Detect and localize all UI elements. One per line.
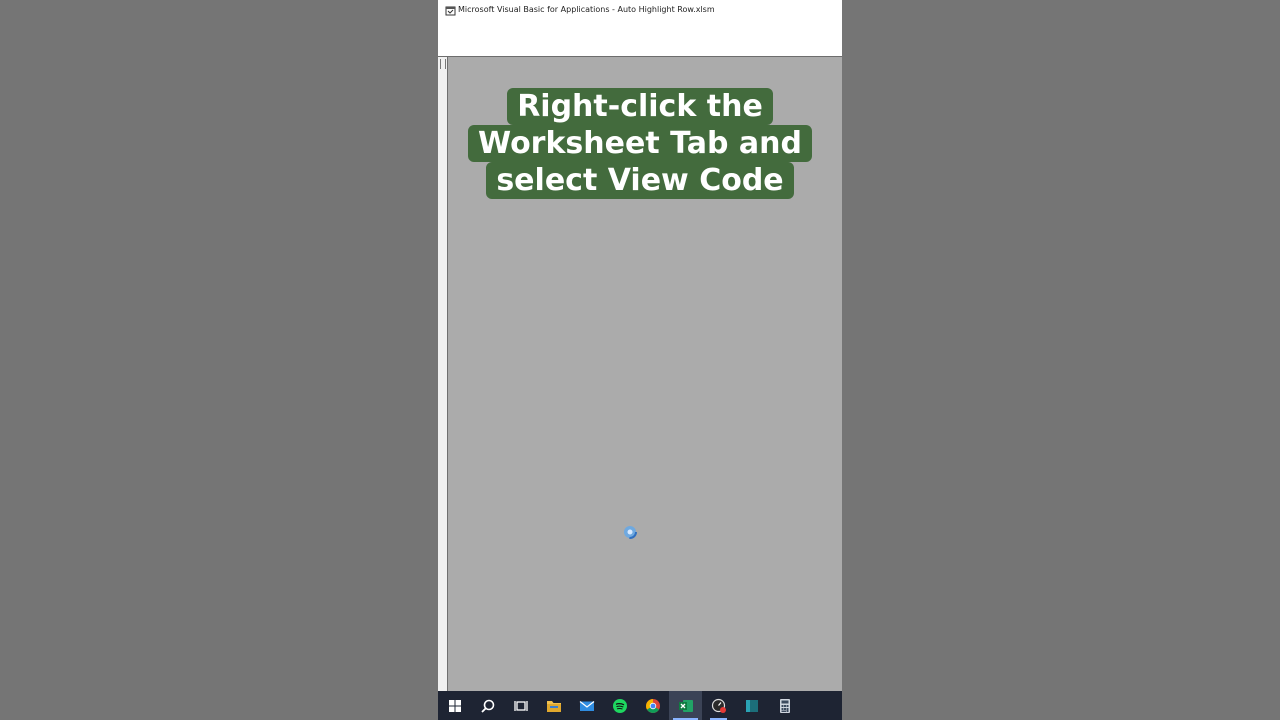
project-pane-edge[interactable] bbox=[438, 57, 448, 691]
excel-icon[interactable] bbox=[669, 691, 702, 720]
search-icon[interactable] bbox=[471, 691, 504, 720]
vba-app-icon bbox=[445, 6, 456, 16]
app-window: Microsoft Visual Basic for Applications … bbox=[438, 0, 842, 720]
tutorial-caption: Right-click the Worksheet Tab and select… bbox=[458, 88, 822, 199]
title-bar[interactable]: Microsoft Visual Basic for Applications … bbox=[438, 0, 842, 57]
screen-recorder-icon[interactable] bbox=[702, 691, 735, 720]
caption-line: select View Code bbox=[486, 162, 794, 199]
chrome-icon[interactable] bbox=[636, 691, 669, 720]
taskbar bbox=[438, 691, 842, 720]
window-title: Microsoft Visual Basic for Applications … bbox=[458, 5, 715, 14]
mail-icon[interactable] bbox=[570, 691, 603, 720]
calculator-icon[interactable] bbox=[768, 691, 801, 720]
app-icon[interactable] bbox=[735, 691, 768, 720]
spotify-icon[interactable] bbox=[603, 691, 636, 720]
caption-line: Worksheet Tab and bbox=[468, 125, 812, 162]
splitter-handle[interactable] bbox=[440, 59, 446, 69]
task-view-icon[interactable] bbox=[504, 691, 537, 720]
loading-cursor-icon bbox=[623, 525, 637, 539]
file-explorer-icon[interactable] bbox=[537, 691, 570, 720]
windows-start-icon[interactable] bbox=[438, 691, 471, 720]
caption-line: Right-click the bbox=[507, 88, 773, 125]
